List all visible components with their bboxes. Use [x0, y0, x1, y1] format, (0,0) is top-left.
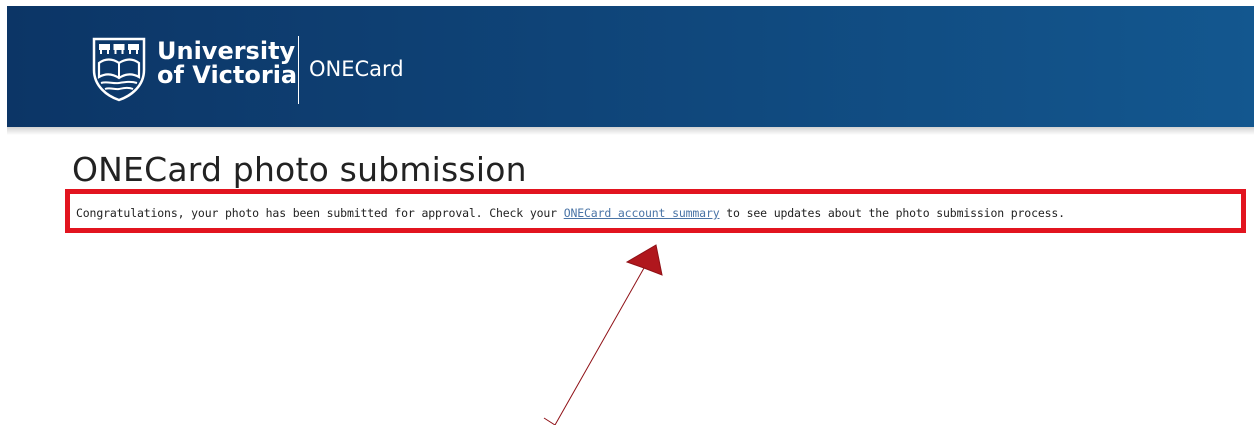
uvic-crest-icon[interactable]: [91, 36, 147, 102]
page-title: ONECard photo submission: [72, 150, 527, 189]
annotation-highlight-box: [65, 189, 1246, 233]
header-divider: [298, 36, 299, 104]
university-name-line2: of Victoria: [157, 61, 298, 89]
university-name-line1: University: [157, 37, 296, 65]
header-shadow: [7, 127, 1254, 135]
app-name[interactable]: ONECard: [309, 56, 404, 82]
university-wordmark[interactable]: University of Victoria: [157, 39, 297, 87]
site-header: University of Victoria ONECard: [7, 6, 1254, 127]
